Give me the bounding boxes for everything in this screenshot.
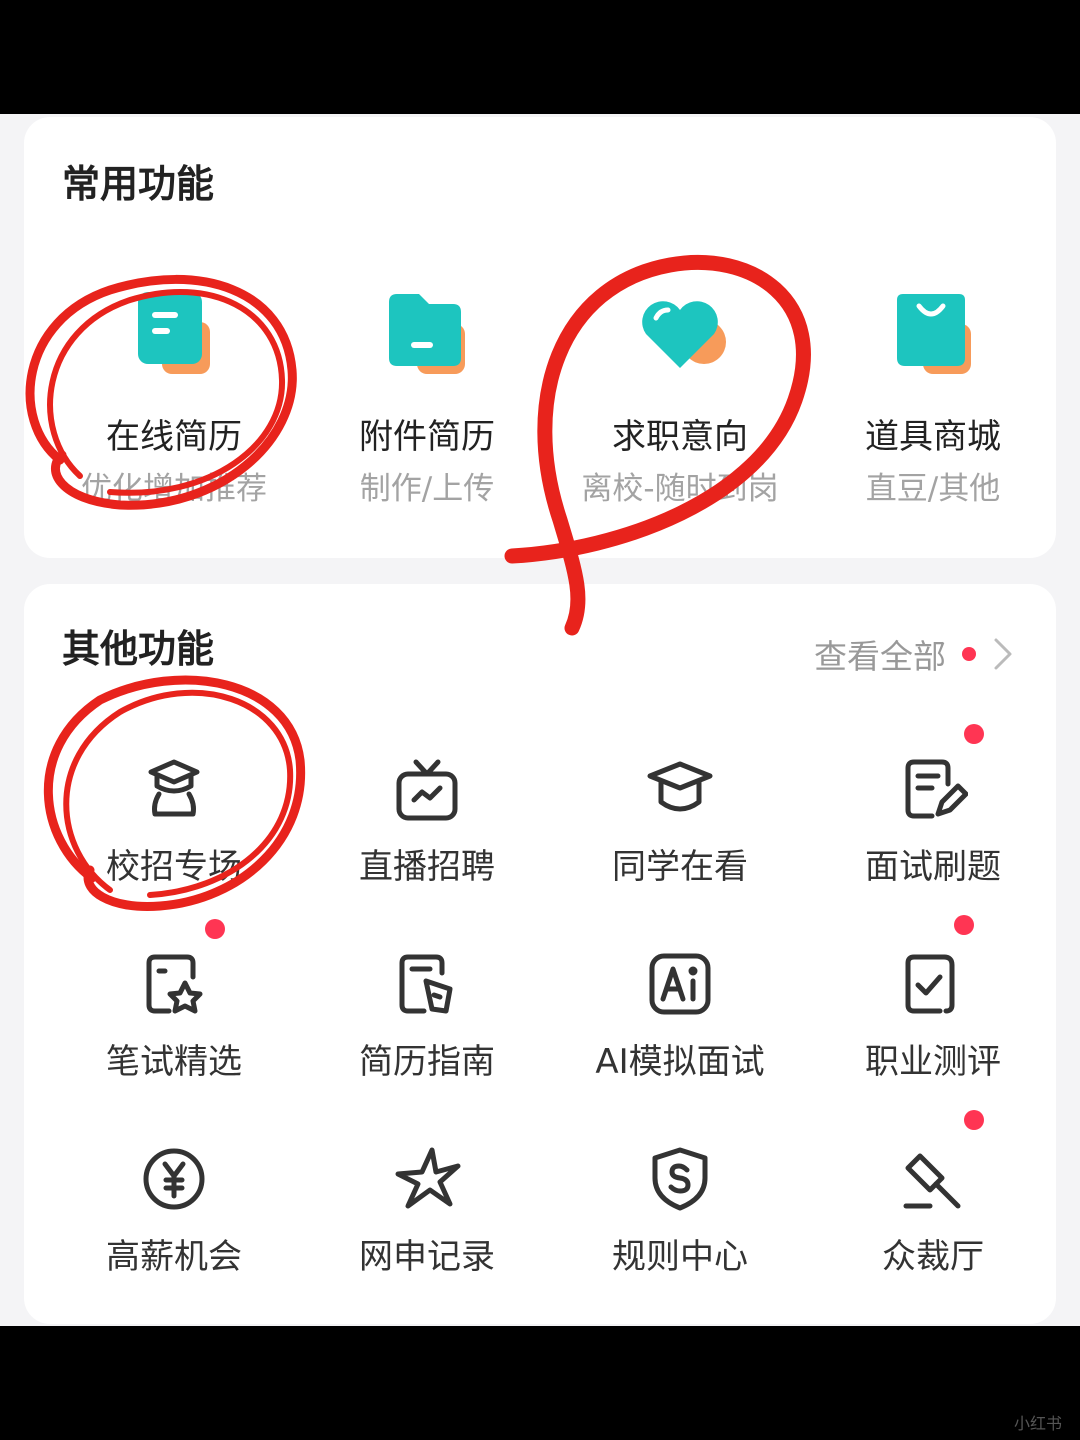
tv-icon bbox=[396, 759, 458, 821]
star-icon bbox=[395, 1147, 461, 1209]
high-salary-tile[interactable]: 高薪机会 bbox=[49, 1126, 299, 1296]
resume-guide-tile[interactable]: 简历指南 bbox=[302, 931, 552, 1101]
item-mall-tile[interactable]: 道具商城 直豆/其他 bbox=[808, 282, 1058, 512]
interview-questions-label: 面试刷题 bbox=[865, 847, 1001, 887]
attachment-resume-sub: 制作/上传 bbox=[359, 471, 495, 507]
shopping-bag-icon bbox=[897, 294, 971, 374]
arbitration-hall-tile[interactable]: 众裁厅 bbox=[808, 1110, 1058, 1296]
online-application-tile[interactable]: 网申记录 bbox=[302, 1126, 552, 1296]
common-functions-title: 常用功能 bbox=[62, 162, 215, 206]
rule-center-label: 规则中心 bbox=[612, 1237, 748, 1277]
written-test-tile[interactable]: 笔试精选 bbox=[49, 919, 299, 1101]
view-all-label: 查看全部 bbox=[814, 637, 946, 676]
rule-center-tile[interactable]: 规则中心 bbox=[555, 1126, 805, 1296]
shield-icon bbox=[652, 1147, 708, 1211]
pen-doc-icon bbox=[399, 954, 453, 1014]
arbitration-hall-badge bbox=[964, 1110, 984, 1130]
ai-icon bbox=[649, 953, 711, 1015]
online-resume-sub: 优化增加推荐 bbox=[81, 471, 267, 507]
other-functions-card: 其他功能 查看全部 校招专场 直播招聘 同学在看 面试刷题 笔试精选 简历指南 … bbox=[24, 584, 1056, 1324]
career-assessment-tile[interactable]: 职业测评 bbox=[808, 915, 1058, 1101]
job-intention-sub: 离校-随时到岗 bbox=[581, 471, 779, 507]
gavel-icon bbox=[903, 1153, 961, 1209]
item-mall-label: 道具商城 bbox=[865, 417, 1001, 457]
classmates-viewing-label: 同学在看 bbox=[612, 847, 748, 887]
item-mall-sub: 直豆/其他 bbox=[865, 471, 1001, 507]
career-assessment-badge bbox=[954, 915, 974, 935]
job-intention-tile[interactable]: 求职意向 离校-随时到岗 bbox=[555, 282, 805, 512]
attachment-resume-tile[interactable]: 附件简历 制作/上传 bbox=[302, 282, 552, 512]
online-resume-label: 在线简历 bbox=[106, 417, 242, 457]
note-edit-icon bbox=[905, 759, 968, 819]
ai-mock-interview-tile[interactable]: AI模拟面试 bbox=[555, 931, 805, 1101]
check-doc-icon bbox=[905, 954, 955, 1014]
live-recruit-label: 直播招聘 bbox=[359, 847, 495, 887]
classmates-viewing-tile[interactable]: 同学在看 bbox=[555, 736, 805, 906]
view-all-button[interactable]: 查看全部 bbox=[814, 630, 1014, 678]
heart-icon bbox=[642, 301, 726, 368]
ai-mock-interview-label: AI模拟面试 bbox=[595, 1042, 765, 1082]
interview-questions-tile[interactable]: 面试刷题 bbox=[808, 724, 1058, 906]
arbitration-hall-label: 众裁厅 bbox=[882, 1237, 984, 1277]
star-doc-icon bbox=[146, 954, 203, 1014]
job-intention-label: 求职意向 bbox=[612, 417, 748, 457]
resume-guide-label: 简历指南 bbox=[359, 1042, 495, 1082]
folder-icon bbox=[389, 294, 465, 374]
online-resume-tile[interactable]: 在线简历 优化增加推荐 bbox=[49, 282, 299, 512]
watermark: 小红书 bbox=[1013, 1414, 1062, 1433]
chevron-right-icon bbox=[994, 638, 1012, 670]
career-assessment-label: 职业测评 bbox=[865, 1042, 1001, 1082]
other-functions-title: 其他功能 bbox=[62, 627, 215, 671]
interview-questions-badge bbox=[964, 724, 984, 744]
written-test-label: 笔试精选 bbox=[106, 1042, 242, 1082]
written-test-badge bbox=[205, 919, 225, 939]
online-application-label: 网申记录 bbox=[359, 1237, 495, 1277]
common-functions-card: 常用功能 在线简历 优化增加推荐 附件简历 制作/上传 求职意向 离校-随时到岗 bbox=[24, 117, 1056, 558]
graduate-icon bbox=[148, 759, 200, 817]
new-badge-dot bbox=[962, 647, 976, 661]
high-salary-label: 高薪机会 bbox=[106, 1237, 242, 1277]
campus-recruit-tile[interactable]: 校招专场 bbox=[49, 736, 299, 906]
campus-recruit-label: 校招专场 bbox=[106, 847, 242, 887]
live-recruit-tile[interactable]: 直播招聘 bbox=[302, 736, 552, 906]
mortarboard-icon bbox=[647, 761, 713, 812]
resume-doc-icon bbox=[138, 292, 210, 374]
yen-icon bbox=[143, 1148, 205, 1210]
attachment-resume-label: 附件简历 bbox=[359, 417, 495, 457]
